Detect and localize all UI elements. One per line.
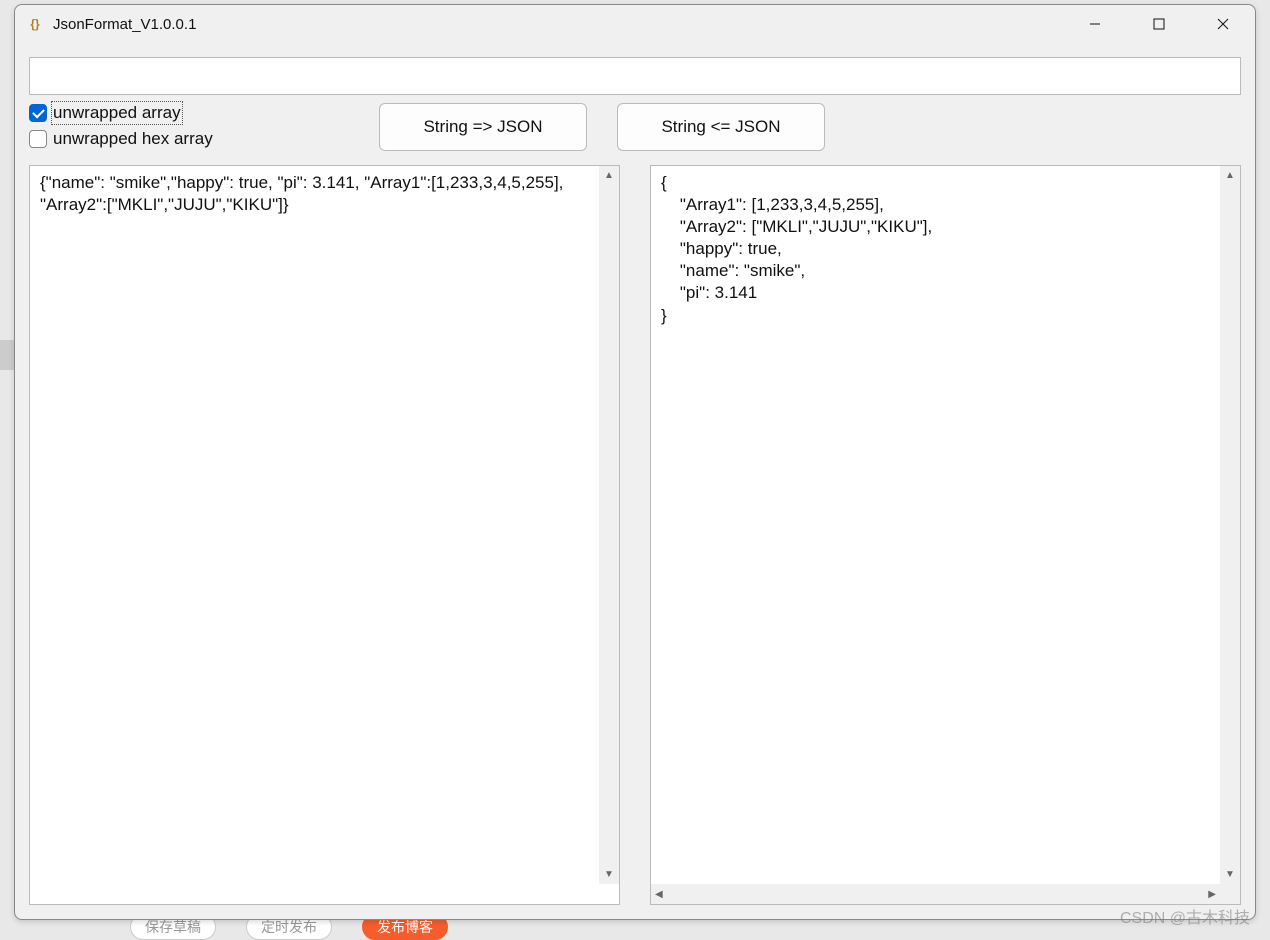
maximize-icon bbox=[1152, 17, 1166, 31]
right-textarea[interactable]: { "Array1": [1,233,3,4,5,255], "Array2":… bbox=[651, 166, 1240, 904]
close-button[interactable] bbox=[1191, 5, 1255, 43]
maximize-button[interactable] bbox=[1127, 5, 1191, 43]
app-icon: {} bbox=[27, 16, 43, 32]
unwrapped-array-label: unwrapped array bbox=[53, 103, 181, 123]
scroll-up-icon: ▲ bbox=[1225, 170, 1235, 181]
unwrapped-array-checkbox[interactable] bbox=[29, 104, 47, 122]
unwrapped-array-row[interactable]: unwrapped array bbox=[29, 103, 379, 123]
left-textarea[interactable]: {"name": "smike","happy": true, "pi": 3.… bbox=[30, 166, 619, 904]
left-pane: {"name": "smike","happy": true, "pi": 3.… bbox=[29, 165, 620, 905]
top-input[interactable] bbox=[29, 57, 1241, 95]
checkbox-group: unwrapped array unwrapped hex array bbox=[29, 103, 379, 149]
toolbar: unwrapped array unwrapped hex array Stri… bbox=[29, 103, 1241, 155]
scroll-corner bbox=[1220, 884, 1240, 904]
unwrapped-hex-array-row[interactable]: unwrapped hex array bbox=[29, 129, 379, 149]
close-icon bbox=[1216, 17, 1230, 31]
buttons-area: String => JSON String <= JSON bbox=[379, 103, 1241, 151]
scroll-down-icon: ▼ bbox=[604, 869, 614, 880]
scroll-up-icon: ▲ bbox=[604, 170, 614, 181]
string-from-json-button[interactable]: String <= JSON bbox=[617, 103, 825, 151]
background-app-edge bbox=[0, 340, 14, 370]
scroll-left-icon: ◀ bbox=[655, 889, 663, 900]
scroll-right-icon: ▶ bbox=[1208, 889, 1216, 900]
minimize-icon bbox=[1088, 17, 1102, 31]
content-area: unwrapped array unwrapped hex array Stri… bbox=[15, 43, 1255, 919]
unwrapped-hex-array-checkbox[interactable] bbox=[29, 130, 47, 148]
right-horizontal-scrollbar[interactable]: ◀ ▶ bbox=[651, 884, 1220, 904]
titlebar[interactable]: {} JsonFormat_V1.0.0.1 bbox=[15, 5, 1255, 43]
right-pane: { "Array1": [1,233,3,4,5,255], "Array2":… bbox=[650, 165, 1241, 905]
window-controls bbox=[1063, 5, 1255, 43]
app-window: {} JsonFormat_V1.0.0.1 unwrapped array bbox=[14, 4, 1256, 920]
panes-container: {"name": "smike","happy": true, "pi": 3.… bbox=[29, 165, 1241, 905]
right-vertical-scrollbar[interactable]: ▲ ▼ bbox=[1220, 166, 1240, 884]
minimize-button[interactable] bbox=[1063, 5, 1127, 43]
background-bottom-controls: 保存草稿 定时发布 发布博客 bbox=[130, 918, 630, 936]
left-vertical-scrollbar[interactable]: ▲ ▼ bbox=[599, 166, 619, 884]
scroll-down-icon: ▼ bbox=[1225, 869, 1235, 880]
unwrapped-hex-array-label: unwrapped hex array bbox=[53, 129, 213, 149]
string-to-json-button[interactable]: String => JSON bbox=[379, 103, 587, 151]
window-title: JsonFormat_V1.0.0.1 bbox=[53, 16, 1063, 33]
